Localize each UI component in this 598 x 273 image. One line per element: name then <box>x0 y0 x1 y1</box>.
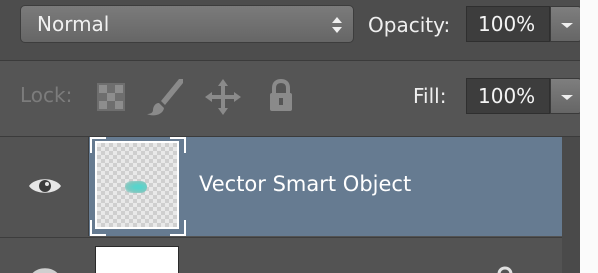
lock-image-pixels-icon[interactable] <box>145 77 185 117</box>
thumbnail-selection-corner <box>170 137 186 153</box>
layer-row[interactable] <box>0 237 580 273</box>
blend-mode-value: Normal <box>37 12 110 36</box>
lock-transparent-pixels-icon[interactable] <box>97 83 125 111</box>
scrollbar[interactable] <box>562 137 580 273</box>
layers-list: Vector Smart Object <box>0 137 580 273</box>
layer-badge-icon <box>497 266 513 273</box>
dropdown-triangle-icon <box>561 23 573 28</box>
lock-label: Lock: <box>20 83 73 107</box>
thumbnail-selection-corner <box>90 220 106 236</box>
layer-thumbnail[interactable] <box>95 141 179 229</box>
layer-thumbnail[interactable] <box>95 246 179 273</box>
smart-object-preview <box>125 181 147 193</box>
fill-dropdown-button[interactable] <box>550 78 580 114</box>
visibility-toggle[interactable] <box>0 137 89 236</box>
blend-opacity-row: Normal Opacity: 100% <box>0 0 580 61</box>
lock-all-icon[interactable] <box>268 79 294 113</box>
dropdown-triangle-icon <box>561 95 573 100</box>
eye-icon[interactable] <box>30 264 60 273</box>
thumbnail-selection-corner <box>170 220 186 236</box>
up-down-arrows-icon <box>332 17 342 33</box>
opacity-dropdown-button[interactable] <box>550 6 580 42</box>
eye-icon[interactable] <box>28 175 62 197</box>
layer-name[interactable]: Vector Smart Object <box>199 172 411 196</box>
opacity-label: Opacity: <box>368 13 451 37</box>
lock-fill-row: Lock: Fill: 100% <box>0 61 580 137</box>
blend-mode-select[interactable]: Normal <box>20 5 354 43</box>
layers-panel: Normal Opacity: 100% Lock: Fill: 100% Ve… <box>0 0 580 273</box>
fill-input[interactable]: 100% <box>466 78 550 114</box>
lock-position-icon[interactable] <box>204 78 242 116</box>
thumbnail-selection-corner <box>90 137 106 153</box>
fill-label: Fill: <box>413 84 447 108</box>
layer-row-selected[interactable]: Vector Smart Object <box>0 137 580 236</box>
opacity-input[interactable]: 100% <box>466 6 550 42</box>
